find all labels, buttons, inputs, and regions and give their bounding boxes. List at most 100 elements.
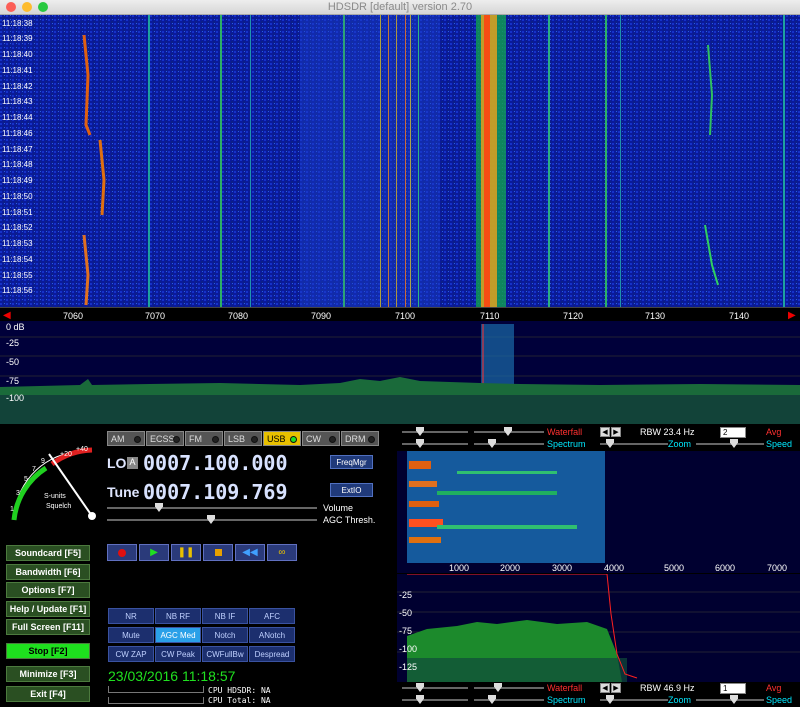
s-meter[interactable]: 1 3 5 7 9 +20 +40 S-units Squelch (4, 430, 104, 540)
tune-frequency[interactable]: 0007.109.769 (143, 481, 315, 503)
timestamp: 11:18:53 (2, 239, 33, 248)
waterfall-graphic (0, 15, 800, 307)
speed-slider[interactable] (696, 695, 764, 705)
freq-tick: 7090 (311, 311, 332, 321)
waterfall-contrast-slider[interactable] (402, 427, 468, 437)
rewind-button[interactable]: ◀◀ (235, 544, 265, 561)
mode-label: CW (306, 433, 321, 444)
minimize-button[interactable]: Minimize [F3] (6, 666, 90, 682)
spectrum-graphic (0, 324, 800, 424)
freq-tick: 7080 (228, 311, 249, 321)
lo-badge[interactable]: A (127, 457, 138, 469)
freq-tick: 7110 (480, 311, 500, 321)
right-arrow-icon[interactable]: ▶ (611, 683, 621, 693)
audio-spectrum-contrast-slider[interactable] (402, 695, 468, 705)
timestamp: 11:18:41 (2, 66, 33, 75)
nb-rf-button[interactable]: NB RF (155, 608, 201, 624)
audio-waterfall[interactable] (397, 451, 800, 573)
smeter-tick: 3 (16, 490, 20, 497)
mode-am-button[interactable]: AM (107, 431, 145, 446)
agc-med-button[interactable]: AGC Med (155, 627, 201, 643)
mode-bar: AM ECSS FM LSB USB CW DRM (107, 431, 379, 446)
audio-spectrum-brightness-slider[interactable] (474, 695, 544, 705)
stop-icon (214, 549, 222, 556)
options-button[interactable]: Options [F7] (6, 582, 90, 598)
soundcard-button[interactable]: Soundcard [F5] (6, 545, 90, 561)
zoom-slider[interactable] (600, 439, 668, 449)
audio-waterfall-brightness-slider[interactable] (474, 683, 544, 693)
avg-select[interactable]: 1 (720, 683, 746, 694)
mode-lsb-button[interactable]: LSB (224, 431, 262, 446)
audio-freq-tick: 5000 (664, 563, 685, 573)
mode-ecss-button[interactable]: ECSS (146, 431, 184, 446)
freq-tick: 7120 (563, 311, 584, 321)
audio-freq-tick: 1000 (449, 563, 470, 573)
avg-label: Avg (766, 427, 782, 437)
anotch-button[interactable]: ANotch (249, 627, 295, 643)
mode-cw-button[interactable]: CW (302, 431, 340, 446)
pause-icon: ❚❚ (177, 547, 195, 558)
cpu-hdsdr-bar (108, 686, 204, 693)
help-update-button[interactable]: Help / Update [F1] (6, 601, 90, 617)
main-spectrum[interactable]: 0 dB -25 -50 -75 -100 (0, 321, 800, 424)
main-waterfall[interactable] (0, 15, 800, 307)
scroll-right-icon[interactable]: ▶ (788, 310, 796, 321)
exit-button[interactable]: Exit [F4] (6, 686, 90, 702)
zoom-slider[interactable] (600, 695, 668, 705)
smeter-tick: 7 (32, 466, 36, 473)
cw-peak-button[interactable]: CW Peak (155, 646, 201, 662)
lo-frequency[interactable]: 0007.100.000 (143, 452, 315, 474)
smeter-tick: +40 (76, 446, 88, 453)
audio-waterfall-contrast-slider[interactable] (402, 683, 468, 693)
spectrum-contrast-slider[interactable] (402, 439, 468, 449)
extio-button[interactable]: ExtIO (330, 483, 373, 497)
spectrum-brightness-slider[interactable] (474, 439, 544, 449)
agc-threshold-slider[interactable] (107, 515, 317, 525)
audio-spectrum[interactable]: -25 -50 -75 -100 -125 (397, 573, 800, 682)
smeter-tick: 5 (24, 476, 28, 483)
record-button[interactable] (107, 544, 137, 561)
mode-fm-button[interactable]: FM (185, 431, 223, 446)
timestamp: 11:18:52 (2, 223, 33, 232)
audio-db-label: -25 (399, 590, 413, 600)
audio-db-label: -50 (399, 608, 413, 618)
smeter-tick: 1 (10, 506, 14, 513)
pause-button[interactable]: ❚❚ (171, 544, 201, 561)
freq-tick: 7130 (645, 311, 666, 321)
despread-button[interactable]: Despread (249, 646, 295, 662)
mode-usb-button[interactable]: USB (263, 431, 301, 446)
full-screen-button[interactable]: Full Screen [F11] (6, 619, 90, 635)
notch-button[interactable]: Notch (202, 627, 248, 643)
waterfall-brightness-slider[interactable] (474, 427, 544, 437)
volume-slider[interactable] (107, 503, 317, 513)
stop-playback-button[interactable] (203, 544, 233, 561)
timestamp: 11:18:46 (2, 129, 33, 138)
freq-tick: 7070 (145, 311, 166, 321)
timestamp: 11:18:55 (2, 271, 33, 280)
nb-if-button[interactable]: NB IF (202, 608, 248, 624)
left-arrow-icon[interactable]: ◀ (600, 683, 610, 693)
rbw-label: RBW 46.9 Hz (640, 683, 695, 693)
bandwidth-button[interactable]: Bandwidth [F6] (6, 564, 90, 580)
avg-select[interactable]: 2 (720, 427, 746, 438)
play-button[interactable]: ▶ (139, 544, 169, 561)
freqmgr-button[interactable]: FreqMgr (330, 455, 373, 469)
timestamp: 11:18:38 (2, 19, 33, 28)
cw-zap-button[interactable]: CW ZAP (108, 646, 154, 662)
speed-slider[interactable] (696, 439, 764, 449)
frequency-scale[interactable]: ◀ 7060 7070 7080 7090 7100 7110 7120 713… (0, 307, 800, 321)
loop-button[interactable]: ∞ (267, 544, 297, 561)
left-arrow-icon[interactable]: ◀ (600, 427, 610, 437)
scroll-left-icon[interactable]: ◀ (3, 310, 11, 321)
mode-drm-button[interactable]: DRM (341, 431, 379, 446)
timestamp: 11:18:50 (2, 192, 33, 201)
right-arrow-icon[interactable]: ▶ (611, 427, 621, 437)
afc-button[interactable]: AFC (249, 608, 295, 624)
mute-button[interactable]: Mute (108, 627, 154, 643)
stop-button[interactable]: Stop [F2] (6, 643, 90, 659)
cpu-total-bar (108, 697, 204, 704)
timestamp: 11:18:39 (2, 34, 33, 43)
nr-button[interactable]: NR (108, 608, 154, 624)
play-icon: ▶ (150, 547, 158, 558)
cw-fullbw-button[interactable]: CWFullBw (202, 646, 248, 662)
